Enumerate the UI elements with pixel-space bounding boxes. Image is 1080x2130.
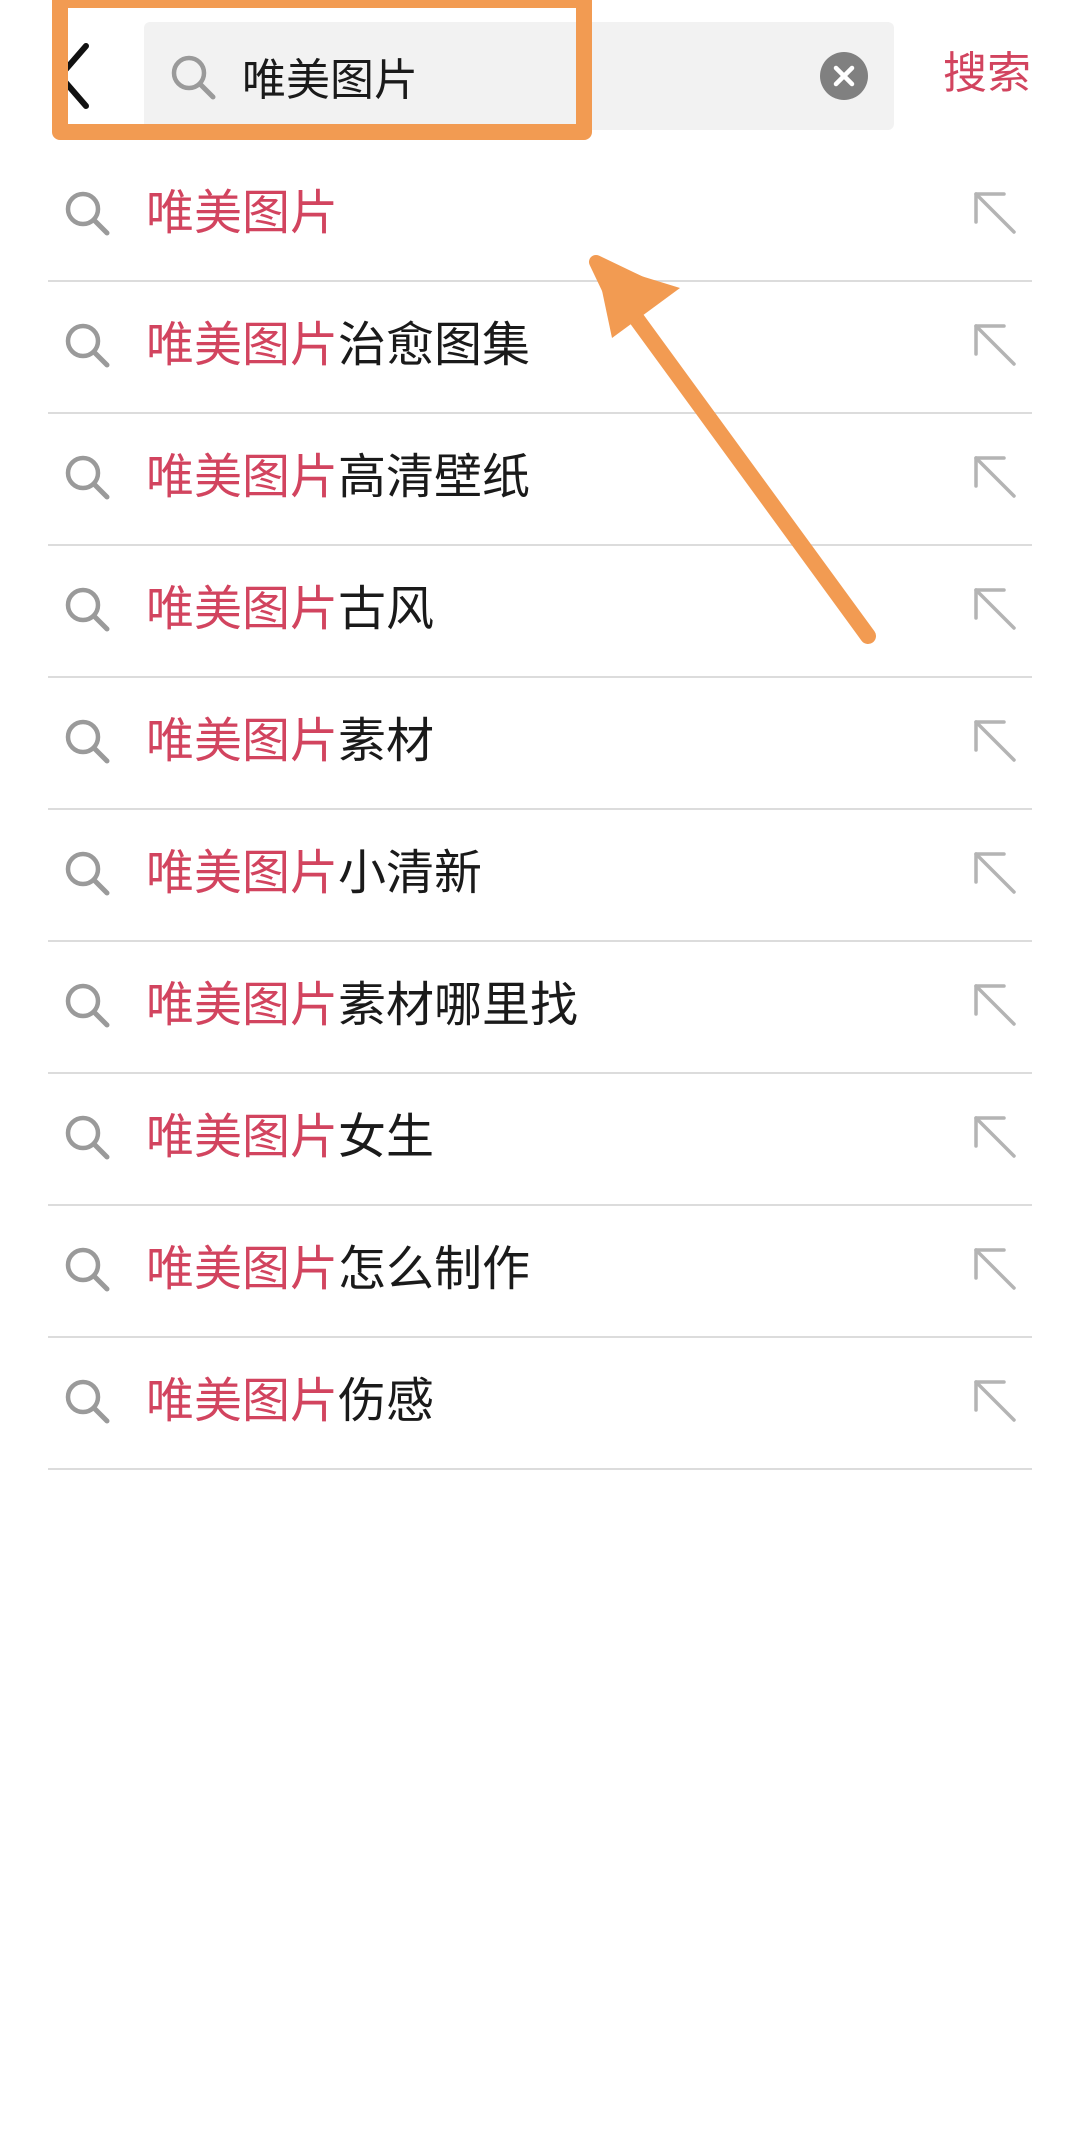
chevron-left-icon bbox=[57, 43, 89, 109]
suggestion-match-text: 唯美图片 bbox=[146, 845, 339, 901]
suggestion-text: 唯美图片素材哪里找 bbox=[146, 972, 578, 1038]
search-icon bbox=[65, 1115, 110, 1160]
suggestion-item[interactable]: 唯美图片高清壁纸 bbox=[48, 414, 1032, 546]
arrow-up-left-icon bbox=[974, 720, 1016, 762]
suggestion-match-text: 唯美图片 bbox=[146, 449, 339, 505]
search-header: 搜索 bbox=[0, 0, 1080, 150]
clear-circle-icon bbox=[833, 65, 855, 87]
suggestion-rest-text: 治愈图集 bbox=[338, 317, 531, 373]
suggestion-rest-text: 素材 bbox=[338, 713, 435, 769]
fill-query-button[interactable] bbox=[968, 318, 1022, 372]
suggestion-match-text: 唯美图片 bbox=[146, 713, 339, 769]
suggestion-rest-text: 古风 bbox=[338, 581, 435, 637]
suggestion-text: 唯美图片素材 bbox=[146, 708, 434, 774]
suggestion-match-text: 唯美图片 bbox=[146, 977, 339, 1033]
suggestion-text: 唯美图片古风 bbox=[146, 576, 434, 642]
search-icon bbox=[65, 1247, 110, 1292]
fill-query-button[interactable] bbox=[968, 186, 1022, 240]
suggestion-rest-text: 素材哪里找 bbox=[338, 977, 579, 1033]
arrow-up-left-icon bbox=[974, 192, 1016, 234]
suggestion-text: 唯美图片 bbox=[146, 180, 338, 246]
search-icon bbox=[65, 851, 110, 896]
suggestion-rest-text: 高清壁纸 bbox=[338, 449, 531, 505]
arrow-up-left-icon bbox=[974, 852, 1016, 894]
search-box[interactable] bbox=[144, 22, 894, 130]
fill-query-button[interactable] bbox=[968, 450, 1022, 504]
suggestion-item[interactable]: 唯美图片怎么制作 bbox=[48, 1206, 1032, 1338]
search-icon bbox=[65, 1379, 110, 1424]
suggestion-item[interactable]: 唯美图片小清新 bbox=[48, 810, 1032, 942]
arrow-up-left-icon bbox=[974, 984, 1016, 1026]
fill-query-button[interactable] bbox=[968, 1110, 1022, 1164]
arrow-up-left-icon bbox=[974, 1380, 1016, 1422]
suggestion-item[interactable]: 唯美图片 bbox=[48, 150, 1032, 282]
suggestion-item[interactable]: 唯美图片素材 bbox=[48, 678, 1032, 810]
back-button[interactable] bbox=[48, 38, 100, 114]
suggestion-item[interactable]: 唯美图片伤感 bbox=[48, 1338, 1032, 1470]
suggestion-rest-text: 怎么制作 bbox=[338, 1241, 531, 1297]
suggestion-text: 唯美图片怎么制作 bbox=[146, 1236, 530, 1302]
suggestion-match-text: 唯美图片 bbox=[146, 185, 339, 241]
search-icon bbox=[65, 323, 110, 368]
suggestion-rest-text: 女生 bbox=[338, 1109, 435, 1165]
search-icon bbox=[65, 983, 110, 1028]
search-icon bbox=[171, 55, 216, 100]
suggestion-match-text: 唯美图片 bbox=[146, 317, 339, 373]
search-icon bbox=[65, 719, 110, 764]
suggestion-text: 唯美图片女生 bbox=[146, 1104, 434, 1170]
suggestion-match-text: 唯美图片 bbox=[146, 1109, 339, 1165]
fill-query-button[interactable] bbox=[968, 1374, 1022, 1428]
suggestion-match-text: 唯美图片 bbox=[146, 581, 339, 637]
arrow-up-left-icon bbox=[974, 456, 1016, 498]
arrow-up-left-icon bbox=[974, 324, 1016, 366]
suggestion-text: 唯美图片小清新 bbox=[146, 840, 482, 906]
search-suggestion-page: 搜索 唯美图片唯美图片治愈图集唯美图片高清壁纸唯美图片古风唯美图片素材唯美图片小… bbox=[0, 0, 1080, 2130]
suggestion-item[interactable]: 唯美图片素材哪里找 bbox=[48, 942, 1032, 1074]
suggestion-item[interactable]: 唯美图片古风 bbox=[48, 546, 1032, 678]
suggestion-item[interactable]: 唯美图片治愈图集 bbox=[48, 282, 1032, 414]
fill-query-button[interactable] bbox=[968, 846, 1022, 900]
suggestion-rest-text: 伤感 bbox=[338, 1373, 435, 1429]
arrow-up-left-icon bbox=[974, 1248, 1016, 1290]
fill-query-button[interactable] bbox=[968, 582, 1022, 636]
search-icon bbox=[65, 455, 110, 500]
fill-query-button[interactable] bbox=[968, 1242, 1022, 1296]
arrow-up-left-icon bbox=[974, 588, 1016, 630]
suggestion-text: 唯美图片治愈图集 bbox=[146, 312, 530, 378]
suggestion-match-text: 唯美图片 bbox=[146, 1241, 339, 1297]
suggestion-item[interactable]: 唯美图片女生 bbox=[48, 1074, 1032, 1206]
fill-query-button[interactable] bbox=[968, 714, 1022, 768]
search-icon bbox=[65, 191, 110, 236]
search-submit-button[interactable]: 搜索 bbox=[943, 44, 1031, 104]
arrow-up-left-icon bbox=[974, 1116, 1016, 1158]
clear-button[interactable] bbox=[820, 52, 868, 100]
suggestion-text: 唯美图片伤感 bbox=[146, 1368, 434, 1434]
suggestion-match-text: 唯美图片 bbox=[146, 1373, 339, 1429]
fill-query-button[interactable] bbox=[968, 978, 1022, 1032]
suggestion-list: 唯美图片 唯美图片治愈图集 唯美图片高清壁纸 唯美图片古风 唯美图片素材 唯美图片小清新唯… bbox=[48, 150, 1032, 1470]
suggestion-text: 唯美图片高清壁纸 bbox=[146, 444, 530, 510]
search-input[interactable] bbox=[242, 40, 802, 112]
search-icon bbox=[65, 587, 110, 632]
suggestion-rest-text: 小清新 bbox=[338, 845, 483, 901]
